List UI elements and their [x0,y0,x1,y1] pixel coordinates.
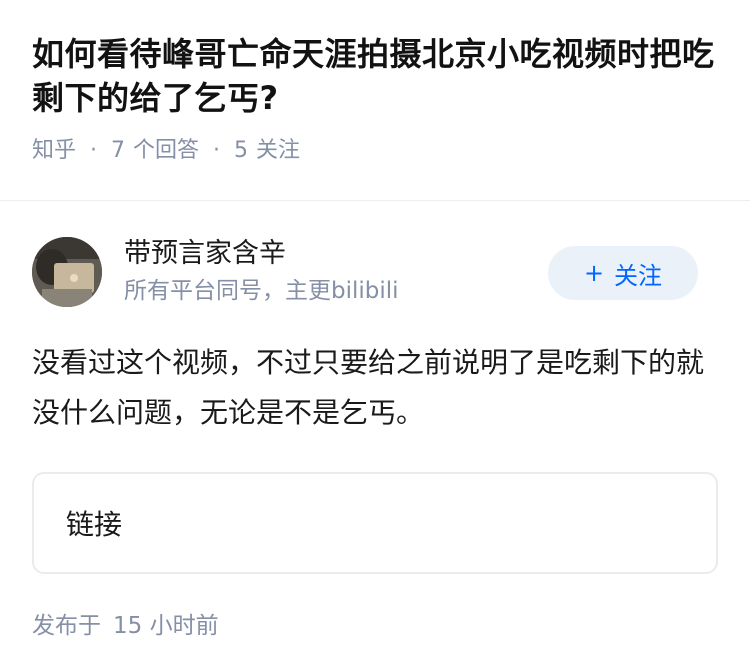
author-row: 带预言家含辛 所有平台同号，主更bilibili + 关注 [32,232,718,310]
avatar[interactable] [32,237,102,307]
publish-time-value: 15 小时前 [113,613,219,639]
meta-separator: · [213,138,221,163]
publish-time: 发布于 15 小时前 [32,610,718,642]
follow-button-label: 关注 [614,261,663,290]
answers-count: 7 [111,138,126,163]
source-label[interactable]: 知乎 [32,136,76,166]
meta-separator: · [90,138,98,163]
question-title[interactable]: 如何看待峰哥亡命天涯拍摄北京小吃视频时把吃剩下的给了乞丐? [32,32,722,120]
plus-icon: + [583,259,605,287]
publish-prefix: 发布于 [32,613,101,639]
answer-page: 如何看待峰哥亡命天涯拍摄北京小吃视频时把吃剩下的给了乞丐? 知乎 · 7 个回答… [0,0,750,672]
question-header: 如何看待峰哥亡命天涯拍摄北京小吃视频时把吃剩下的给了乞丐? 知乎 · 7 个回答… [0,0,750,166]
avatar-photo-icon [32,237,102,307]
section-divider [0,200,750,201]
follow-button[interactable]: + 关注 [548,246,698,300]
link-card-label: 链接 [66,508,123,541]
question-meta: 知乎 · 7 个回答 · 5 关注 [32,136,718,166]
answer-content: 没看过这个视频，不过只要给之前说明了是吃剩下的就没什么问题，无论是不是乞丐。 [32,346,705,429]
author-name[interactable]: 带预言家含辛 [124,234,286,274]
link-card[interactable]: 链接 [32,472,718,574]
answers-label[interactable]: 个回答 [133,136,199,166]
follow-count: 5 [234,138,249,163]
answer-card: 带预言家含辛 所有平台同号，主更bilibili + 关注 没看过这个视频，不过… [32,232,718,642]
author-bio: 所有平台同号，主更bilibili [124,278,399,304]
follow-count-label[interactable]: 关注 [256,136,300,166]
